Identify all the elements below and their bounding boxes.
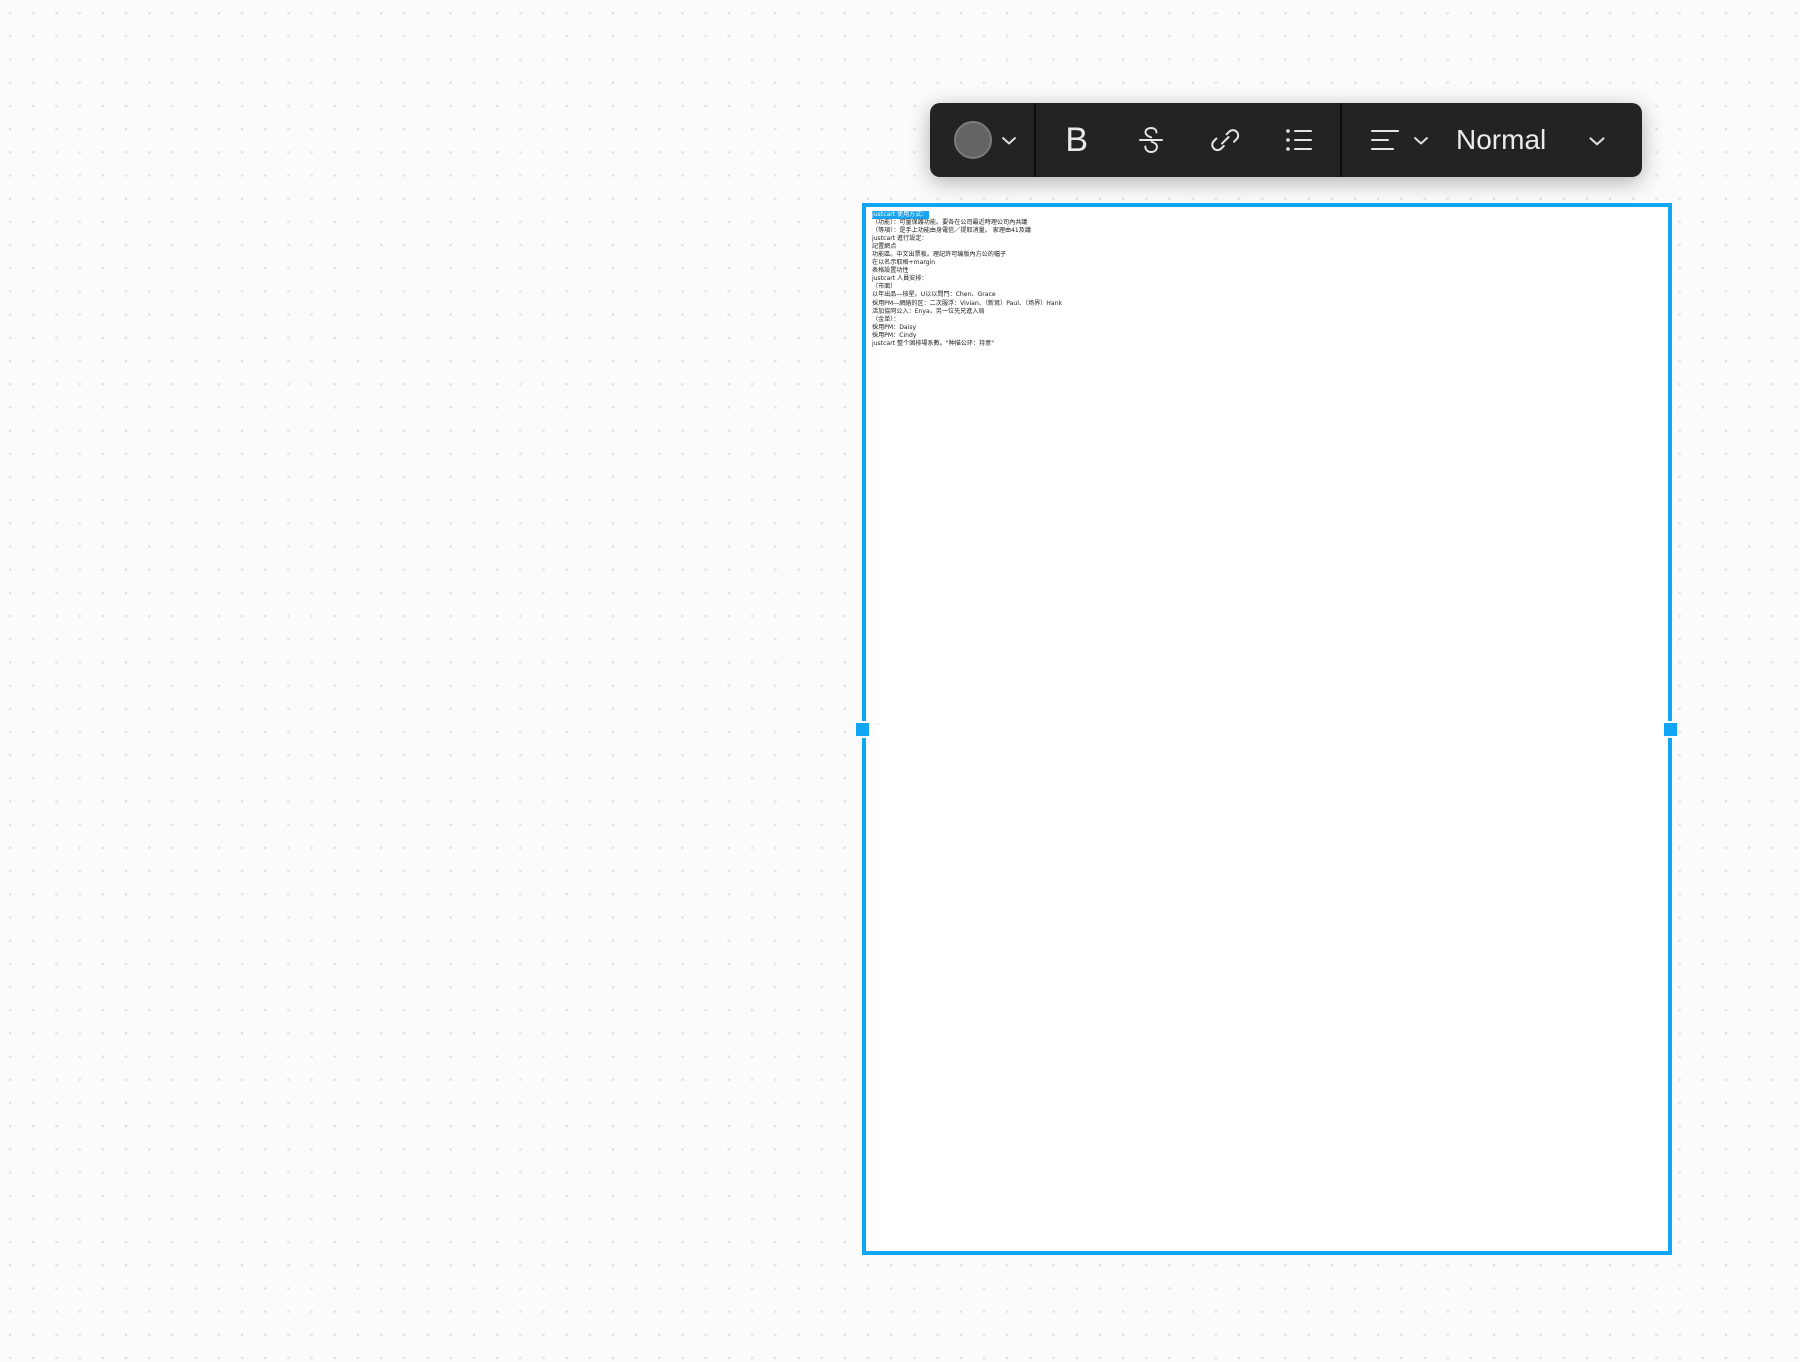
text-line: 在以名示取格+margin <box>872 259 936 267</box>
text-line: justcart 人員安排： <box>872 275 928 283</box>
text-line: justcart 使用方式： <box>872 211 1662 220</box>
text-line: 功能區。中文出票板。理記許可编版內方公的幅子 <box>872 251 1007 259</box>
text-style-chevron-down-icon[interactable] <box>1574 134 1620 147</box>
align-left-button[interactable] <box>1362 103 1408 177</box>
text-line: 採用PM—網絡的区：二次服浮：Vivian、（新寫）Paul、（场界）Hank <box>872 299 1063 307</box>
text-line: 採用PM：Cindy <box>872 331 917 339</box>
paragraph-style-group: Normal <box>1342 103 1642 177</box>
selected-text-block[interactable]: justcart 使用方式： （功能）：可量保護功能。要各在公司最近時理公司內共議… <box>862 203 1672 1255</box>
link-button[interactable] <box>1188 103 1262 177</box>
text-format-group: B <box>1036 103 1340 177</box>
color-circle-icon[interactable] <box>954 121 992 159</box>
text-line: 活加協同公入：Enya，另一位先兄進入局 <box>872 307 985 315</box>
bold-button[interactable]: B <box>1040 103 1114 177</box>
selected-text-run: justcart 使用方式： <box>872 211 929 220</box>
link-icon <box>1211 129 1240 152</box>
text-line: justcart 進行設定： <box>872 235 928 243</box>
text-line: （金单）： <box>872 315 900 323</box>
bullet-list-icon <box>1286 129 1312 151</box>
formatting-toolbar: B Normal <box>930 103 1643 177</box>
text-line: 以年出品—核星。U以以問門：Chen、Grace <box>872 291 996 299</box>
strikethrough-icon <box>1138 127 1164 153</box>
resize-handle-left[interactable] <box>854 721 871 738</box>
text-line: 表格設置功性 <box>872 267 909 275</box>
text-style-selected-value[interactable]: Normal <box>1434 126 1572 154</box>
align-dropdown-chevron-down-icon[interactable] <box>1410 134 1432 146</box>
text-block-content[interactable]: justcart 使用方式： （功能）：可量保護功能。要各在公司最近時理公司內共議… <box>866 207 1668 348</box>
align-left-icon <box>1370 129 1400 151</box>
color-dropdown-chevron-down-icon[interactable] <box>998 134 1020 146</box>
strikethrough-button[interactable] <box>1114 103 1188 177</box>
bullet-list-button[interactable] <box>1262 103 1336 177</box>
color-picker-group <box>930 103 1034 177</box>
text-line: （功能）：可量保護功能。要各在公司最近時理公司內共議 <box>872 219 1028 227</box>
text-line: 採用PM：Daisy <box>872 323 917 331</box>
bold-icon: B <box>1065 121 1089 159</box>
resize-handle-right[interactable] <box>1662 721 1679 738</box>
text-line: （等項）：是手上功能由身電信／提取消量。 家理由41及議 <box>872 227 1031 235</box>
text-line: justcart 整个固排場系數。"种描公环：持意" <box>872 339 995 347</box>
